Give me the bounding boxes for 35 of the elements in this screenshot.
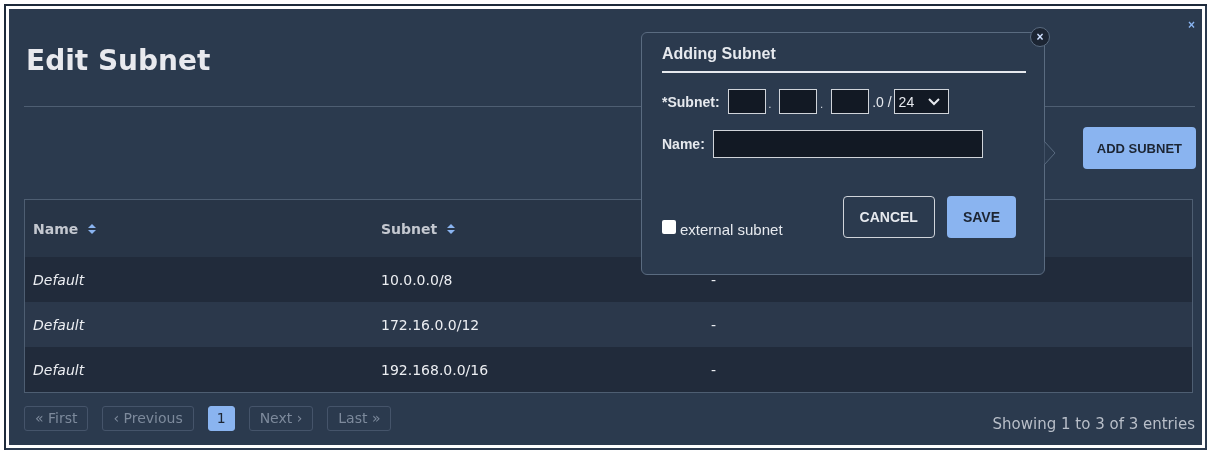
column-header[interactable]: Name [33, 220, 79, 237]
close-button[interactable]: × [1030, 27, 1050, 47]
dot-separator: . [768, 99, 772, 110]
checkbox-label: external subnet [680, 221, 783, 238]
popover-title: Adding Subnet [662, 43, 1026, 73]
name-field[interactable] [712, 130, 983, 158]
table-cell: 192.168.0.0/16 [381, 361, 489, 378]
octet-field[interactable] [779, 89, 818, 114]
chevron-icon [928, 97, 941, 106]
sort-icon[interactable] [88, 223, 97, 234]
sort-icon[interactable] [447, 223, 456, 234]
add-subnet-button[interactable]: ADD SUBNET [1082, 127, 1196, 169]
table-cell: Default [33, 361, 85, 378]
page-title: Edit Subnet [26, 43, 211, 79]
table-cell: - [711, 271, 717, 288]
page-button[interactable]: 1 [207, 405, 235, 431]
dot-separator: . [820, 99, 824, 110]
cancel-button[interactable]: CANCEL [842, 196, 935, 238]
octet-field[interactable] [727, 89, 766, 114]
subnet-suffix: .0 / [872, 93, 892, 110]
table-cell: Default [33, 271, 85, 288]
close-button[interactable]: × [1188, 18, 1195, 32]
table-cell: 10.0.0.0/8 [381, 271, 453, 288]
column-header[interactable]: Subnet [381, 220, 438, 237]
table-cell: - [711, 316, 717, 333]
table-cell: - [711, 361, 717, 378]
save-button[interactable]: SAVE [946, 196, 1016, 238]
octet-field[interactable] [831, 89, 870, 114]
table-cell: 172.16.0.0/12 [381, 316, 480, 333]
table-cell: Default [33, 316, 85, 333]
prefix-dropdown[interactable]: 24 [893, 89, 950, 114]
subnet-label: *Subnet: [662, 93, 720, 110]
checkbox[interactable] [662, 220, 676, 234]
entries-info: Showing 1 to 3 of 3 entries [992, 415, 1195, 433]
name-label: Name: [662, 136, 705, 152]
